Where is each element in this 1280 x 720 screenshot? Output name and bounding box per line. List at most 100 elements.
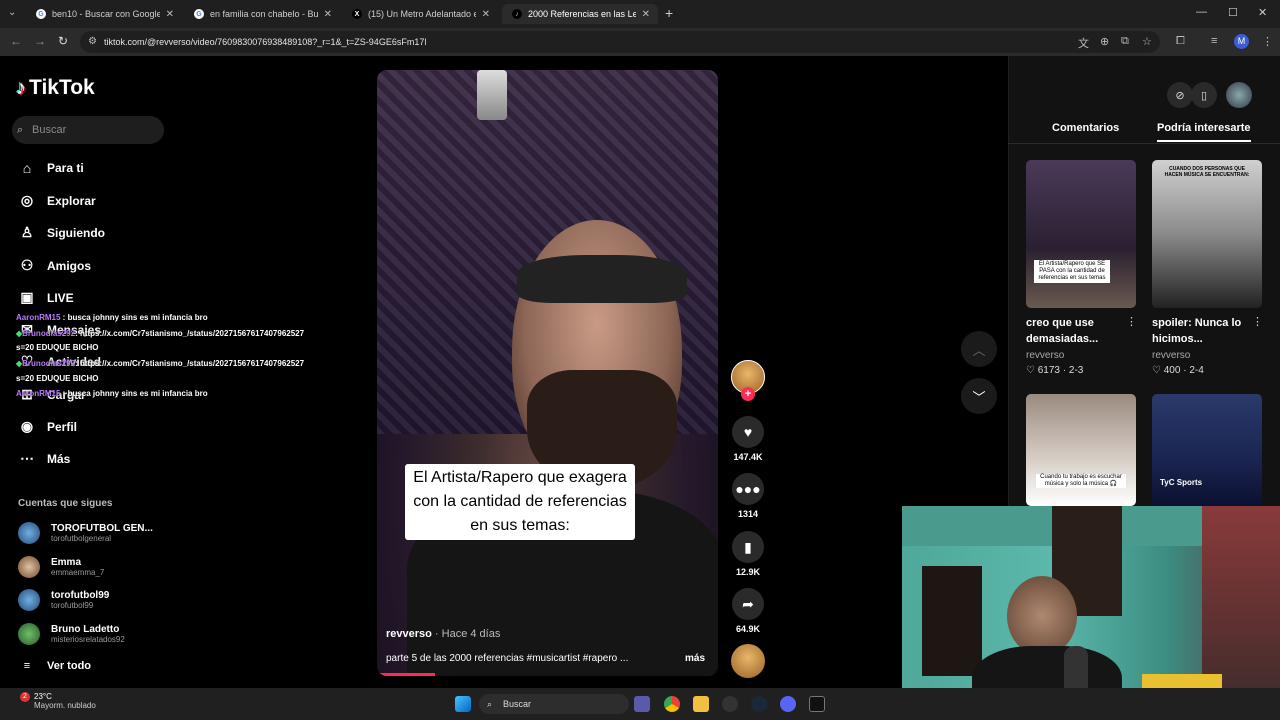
user-avatar[interactable] <box>1226 82 1252 108</box>
nav-item-perfil[interactable]: ◉ Perfil <box>18 418 77 435</box>
video-author-line[interactable]: revverso · Hace 4 días <box>386 628 500 640</box>
account-name: Emma <box>51 557 82 568</box>
browser-tab-active[interactable]: ♪ 2000 Referencias en las Letras ✕ <box>502 4 658 24</box>
recommended-author[interactable]: revverso <box>1152 350 1190 361</box>
recommended-thumbnail[interactable]: TyC Sports <box>1152 394 1262 506</box>
reload-icon[interactable]: ↻ <box>58 34 68 48</box>
nav-item-siguiendo[interactable]: ♙ Siguiendo <box>18 224 105 241</box>
chrome-icon[interactable] <box>664 696 680 712</box>
profile-avatar[interactable]: M <box>1234 34 1249 49</box>
reading-list-icon[interactable]: ≡ <box>1211 35 1217 47</box>
recommended-thumbnail[interactable]: Cuando tu trabajo es escuchar música y s… <box>1026 394 1136 506</box>
account-name: Bruno Ladetto <box>51 624 120 635</box>
avatar <box>18 522 40 544</box>
search-input[interactable]: ⌕ Buscar <box>12 116 164 144</box>
video-description: parte 5 de las 2000 referencias #musicar… <box>386 653 629 664</box>
terminal-icon[interactable] <box>809 696 825 712</box>
discord-icon[interactable] <box>780 696 796 712</box>
video-author[interactable]: revverso <box>386 628 432 640</box>
chat-user: AaronRM15 <box>16 313 61 322</box>
video-progress-bar[interactable] <box>377 673 435 676</box>
search-placeholder: Buscar <box>32 124 67 136</box>
thumbnail-overlay: CUANDO DOS PERSONAS QUE HACEN MÚSICA SE … <box>1164 166 1250 178</box>
menu-icon[interactable]: ⋮ <box>1262 35 1273 48</box>
followed-account[interactable]: Emma emmaemma_7 <box>18 556 104 578</box>
tab-title: en familia con chabelo - Buscar <box>210 9 318 19</box>
video-more-button[interactable]: más <box>685 653 705 664</box>
close-tab-icon[interactable]: ✕ <box>642 9 650 20</box>
recommended-title[interactable]: spoiler: Nunca lo hicimos... <box>1152 315 1248 347</box>
followed-account[interactable]: TOROFUTBOL GEN... torofutbolgeneral <box>18 522 153 544</box>
taskbar-search[interactable]: ⌕ Buscar <box>479 694 629 714</box>
save-action[interactable]: ▮ 12.9K <box>732 531 764 577</box>
chat-text: : https://x.com/Cr7stianismo_/status/202… <box>75 359 305 368</box>
nav-item-explorar[interactable]: ◎ Explorar <box>18 192 96 209</box>
nav-item-live[interactable]: ▣ LIVE <box>18 289 73 306</box>
music-disc-avatar[interactable] <box>731 644 765 678</box>
share-action[interactable]: ➦ 64.9K <box>732 588 764 634</box>
more-icon: ⋯ <box>20 450 34 466</box>
extensions-icon[interactable]: ⧠ <box>1176 35 1185 48</box>
weather-widget[interactable]: 2 23°C Mayorm. nublado <box>8 692 96 710</box>
maximize-icon[interactable]: ☐ <box>1228 6 1238 19</box>
bookmark-star-icon[interactable]: ☆ <box>1142 35 1152 48</box>
windows-start-icon[interactable] <box>455 696 471 712</box>
close-tab-icon[interactable]: ✕ <box>324 9 332 20</box>
tab-title: (15) Un Metro Adelantado en X <box>368 9 476 19</box>
url-field[interactable]: ⚙ tiktok.com/@revverso/video/76098300769… <box>80 31 1160 53</box>
close-window-icon[interactable]: ✕ <box>1258 6 1267 19</box>
tab-list-icon[interactable]: ⌄ <box>8 7 16 18</box>
teams-icon[interactable] <box>634 696 650 712</box>
see-all-label: Ver todo <box>47 660 92 672</box>
like-action[interactable]: ♥ 147.4K <box>732 416 764 462</box>
followed-account[interactable]: Bruno Ladetto misteriosrelatados92 <box>18 623 125 645</box>
install-icon[interactable]: ⧉ <box>1121 35 1129 48</box>
nav-item-amigos[interactable]: ⚇ Amigos <box>18 257 91 274</box>
recommended-thumbnail[interactable]: CUANDO DOS PERSONAS QUE HACEN MÚSICA SE … <box>1152 160 1262 308</box>
close-tab-icon[interactable]: ✕ <box>482 9 490 20</box>
more-options-icon[interactable]: ⋮ <box>1252 315 1263 328</box>
chat-message: ◆Brunodias292: https://x.com/Cr7stianism… <box>16 359 304 368</box>
browser-tab-bar: ⌄ G ben10 - Buscar con Google ✕ G en fam… <box>0 0 1280 28</box>
nav-item-para-ti[interactable]: ⌂ Para ti <box>18 160 84 176</box>
obs-icon[interactable] <box>722 696 738 712</box>
file-explorer-icon[interactable] <box>693 696 709 712</box>
tab-title: ben10 - Buscar con Google <box>52 9 160 19</box>
previous-video-button[interactable]: ︿ <box>961 331 997 367</box>
compass-icon[interactable]: ⊘ <box>1167 82 1193 108</box>
forward-icon[interactable]: → <box>34 34 46 48</box>
recommended-author[interactable]: revverso <box>1026 350 1064 361</box>
nav-item-mas[interactable]: ⋯ Más <box>18 450 70 467</box>
share-count: 64.9K <box>735 624 761 634</box>
recommended-title[interactable]: creo que use demasiadas... <box>1026 315 1122 347</box>
tab-comentarios[interactable]: Comentarios <box>1052 122 1119 134</box>
device-icon[interactable]: ▯ <box>1191 82 1217 108</box>
more-options-icon[interactable]: ⋮ <box>1126 315 1137 328</box>
tiktok-logo[interactable]: ♪ TikTok <box>16 76 95 100</box>
new-tab-button[interactable]: + <box>665 5 673 21</box>
steam-icon[interactable] <box>751 696 767 712</box>
translate-icon[interactable]: 文 <box>1078 35 1089 51</box>
browser-tab[interactable]: G en familia con chabelo - Buscar ✕ <box>184 4 340 24</box>
see-all-button[interactable]: ≡ Ver todo <box>18 660 91 672</box>
avatar <box>18 623 40 645</box>
browser-tab[interactable]: X (15) Un Metro Adelantado en X ✕ <box>342 4 498 24</box>
comment-icon[interactable]: ●●● <box>732 473 764 505</box>
site-info-icon[interactable]: ⚙ <box>88 31 97 53</box>
share-icon[interactable]: ➦ <box>732 588 764 620</box>
heart-icon[interactable]: ♥ <box>732 416 764 448</box>
back-icon[interactable]: ← <box>10 34 22 48</box>
recommended-thumbnail[interactable]: El Artista/Rapero que SE PASA con la can… <box>1026 160 1136 308</box>
video-player[interactable]: El Artista/Rapero que exagera con la can… <box>377 70 718 676</box>
bookmark-icon[interactable]: ▮ <box>732 531 764 563</box>
chat-message: AaronRM15 : busca johnny sins es mi infa… <box>16 313 208 322</box>
tab-podria-interesarte[interactable]: Podría interesarte <box>1157 122 1251 142</box>
follow-plus-icon[interactable]: + <box>741 387 755 401</box>
followed-account[interactable]: torofutbol99 torofutbol99 <box>18 589 109 611</box>
close-tab-icon[interactable]: ✕ <box>166 9 174 20</box>
next-video-button[interactable]: ﹀ <box>961 378 997 414</box>
browser-tab[interactable]: G ben10 - Buscar con Google ✕ <box>26 4 182 24</box>
minimize-icon[interactable]: — <box>1196 6 1207 18</box>
zoom-icon[interactable]: ⊕ <box>1100 35 1109 48</box>
comment-action[interactable]: ●●● 1314 <box>732 473 764 519</box>
